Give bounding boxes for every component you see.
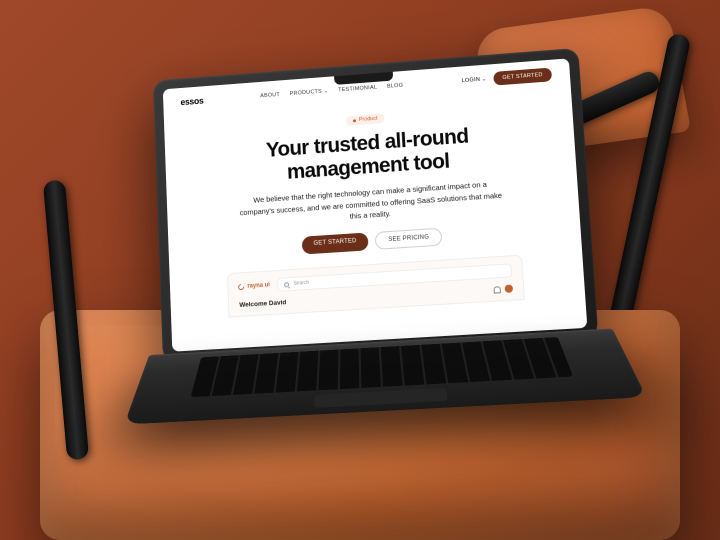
dashboard-brand: rayna ui (238, 282, 270, 290)
rayna-logo-icon (237, 283, 245, 291)
nav-link-blog[interactable]: BLOG (387, 83, 404, 90)
website-page: essos ABOUT PRODUCTS⌄ TESTIMONIAL BLOG L… (163, 58, 588, 351)
laptop-screen-bezel: essos ABOUT PRODUCTS⌄ TESTIMONIAL BLOG L… (153, 48, 598, 362)
badge-label: Product (359, 116, 378, 123)
welcome-text: Welcome David (239, 299, 286, 309)
get-started-button[interactable]: GET STARTED (493, 68, 552, 86)
headline: Your trusted all-round management tool (266, 125, 471, 186)
get-started-button[interactable]: GET STARTED (301, 232, 369, 254)
badge-dot-icon (353, 119, 356, 122)
subheadline: We believe that the right technology can… (237, 178, 506, 229)
bell-icon[interactable] (493, 286, 501, 293)
laptop-screen: essos ABOUT PRODUCTS⌄ TESTIMONIAL BLOG L… (163, 58, 588, 351)
nav-links: ABOUT PRODUCTS⌄ TESTIMONIAL BLOG (260, 83, 403, 100)
laptop: essos ABOUT PRODUCTS⌄ TESTIMONIAL BLOG L… (153, 48, 606, 467)
chevron-down-icon: ⌄ (324, 88, 329, 94)
nav-link-testimonial[interactable]: TESTIMONIAL (338, 85, 377, 94)
chevron-down-icon: ⌄ (482, 76, 487, 82)
nav-right: LOGIN ⌄ GET STARTED (461, 68, 552, 88)
dashboard-preview: rayna ui Search Welcome David (227, 255, 524, 318)
hero-buttons: GET STARTED SEE PRICING (301, 228, 442, 255)
login-link[interactable]: LOGIN ⌄ (462, 76, 487, 84)
brand-logo[interactable]: essos (180, 96, 203, 107)
see-pricing-button[interactable]: SEE PRICING (375, 228, 443, 250)
product-badge: Product (346, 113, 385, 126)
search-icon (285, 282, 290, 287)
nav-link-products[interactable]: PRODUCTS⌄ (290, 88, 329, 97)
avatar[interactable] (504, 284, 513, 293)
nav-link-about[interactable]: ABOUT (260, 92, 280, 99)
hero-section: Product Your trusted all-round managemen… (164, 88, 588, 352)
